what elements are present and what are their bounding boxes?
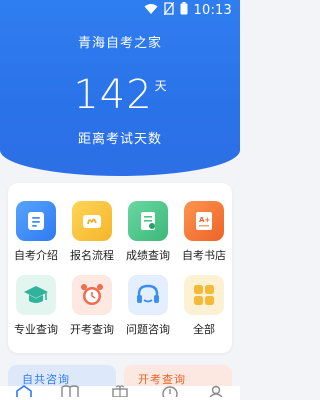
home-icon [15, 382, 33, 400]
menu-label: 成绩查询 [126, 249, 170, 262]
menu-item-all[interactable]: 全部 [176, 275, 232, 337]
menu-item-intro[interactable]: 自考介绍 [8, 201, 64, 263]
menu-item-exam[interactable]: 开考查询 [64, 275, 120, 337]
no-sim-icon [163, 1, 175, 18]
signup-icon [72, 201, 112, 241]
wifi-icon [144, 3, 158, 18]
menu-item-signup[interactable]: 报名流程 [64, 201, 120, 263]
clock-icon [161, 382, 179, 400]
menu-label: 全部 [193, 323, 215, 336]
alarm-clock-icon [72, 275, 112, 315]
graduation-cap-icon [16, 275, 56, 315]
menu-label: 专业查询 [14, 323, 58, 336]
menu-label: 报名流程 [70, 249, 114, 262]
menu-label: 问题咨询 [126, 323, 170, 336]
nav-gift[interactable] [96, 382, 144, 400]
menu-item-bookstore[interactable]: A+ 自考书店 [176, 201, 232, 263]
menu-label: 开考查询 [70, 323, 114, 336]
svg-text:A+: A+ [199, 216, 210, 224]
book-grade-icon: A+ [184, 201, 224, 241]
nav-home[interactable] [0, 382, 48, 400]
menu-item-score[interactable]: 成绩查询 [120, 201, 176, 263]
battery-icon [180, 2, 188, 18]
menu-label: 自考介绍 [14, 249, 58, 262]
clock-time: 10:13 [193, 2, 232, 18]
menu-item-consult[interactable]: 问题咨询 [120, 275, 176, 337]
bottom-nav [0, 385, 240, 400]
nav-profile[interactable] [192, 382, 240, 400]
gift-icon [111, 382, 129, 400]
grid-icon [184, 275, 224, 315]
document-icon [16, 201, 56, 241]
countdown-label: 距离考试天数 [77, 132, 162, 147]
menu-label: 自考书店 [182, 249, 226, 262]
profile-icon [207, 382, 225, 400]
app-title: 青海自考之家 [77, 36, 162, 51]
days-remaining: 142 [73, 72, 153, 118]
function-menu-card: 自考介绍 报名流程 成绩查询 A+ 自考书店 专业查询 开考查询 问题咨询 全部 [8, 183, 232, 353]
headset-icon [128, 275, 168, 315]
nav-book[interactable] [46, 382, 94, 400]
menu-item-major[interactable]: 专业查询 [8, 275, 64, 337]
score-icon [128, 201, 168, 241]
book-icon [61, 382, 79, 400]
days-unit: 天 [154, 79, 167, 93]
nav-clock[interactable] [146, 382, 194, 400]
status-bar: 10:13 [0, 0, 240, 22]
countdown-display: 142 天 [0, 72, 240, 118]
